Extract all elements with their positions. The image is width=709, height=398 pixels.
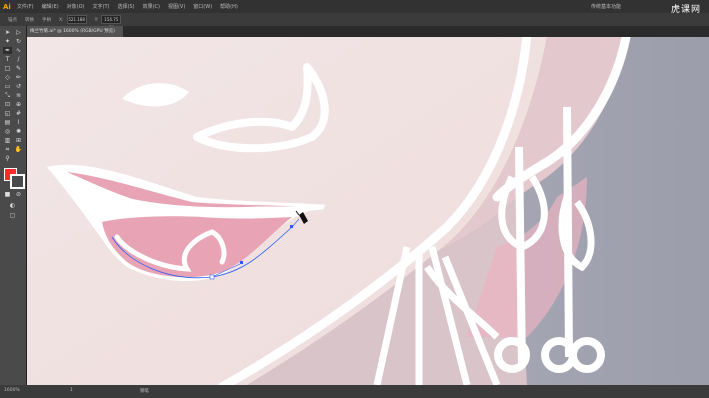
anchor-point[interactable]	[209, 274, 215, 280]
eyedropper-tool-icon[interactable]: ⌇	[14, 119, 23, 126]
blend-tool-icon[interactable]: ◎	[3, 128, 12, 135]
menu-file[interactable]: 文件(F)	[17, 3, 34, 10]
canvas[interactable]	[27, 37, 709, 385]
pencil-tool-icon[interactable]: ✏	[14, 74, 23, 81]
y-field-group: Y:154.75 px	[95, 15, 122, 29]
menu-object[interactable]: 对象(O)	[67, 3, 85, 10]
slice-tool-icon[interactable]: ⌗	[3, 146, 12, 153]
column-graph-tool-icon[interactable]: ▥	[3, 137, 12, 144]
eraser-tool-icon[interactable]: ▭	[3, 83, 12, 90]
type-tool-icon[interactable]: T	[3, 56, 12, 63]
workspace-switcher[interactable]: 传统基本功能	[591, 3, 621, 10]
control-bar: 锚点 转换 手柄 X:521.188 Y:154.75 px	[0, 13, 709, 29]
free-transform-tool-icon[interactable]: ⊡	[3, 101, 12, 108]
current-tool-name: 钢笔	[140, 389, 149, 394]
x-field[interactable]: 521.188	[66, 15, 87, 24]
lasso-tool-icon[interactable]: ↻	[14, 38, 23, 45]
zoom-tool-icon[interactable]: ⚲	[3, 155, 12, 162]
menu-bar: Ai 文件(F) 编辑(E) 对象(O) 文字(T) 选择(S) 效果(C) 视…	[0, 0, 709, 15]
rectangle-tool-icon[interactable]: □	[3, 65, 12, 72]
document-tab[interactable]: 梅兰竹菊.ai* @ 1600% (RGB/GPU 预览)	[26, 26, 123, 37]
selection-tool-icon[interactable]: ➤	[3, 29, 12, 36]
symbol-sprayer-tool-icon[interactable]: ✺	[14, 128, 23, 135]
artwork	[27, 37, 709, 385]
convert-label: 转换	[25, 17, 34, 23]
handle-point[interactable]	[240, 261, 243, 264]
menu-view[interactable]: 视图(V)	[168, 3, 185, 10]
magic-wand-tool-icon[interactable]: ✦	[3, 38, 12, 45]
shape-builder-tool-icon[interactable]: ⊕	[14, 101, 23, 108]
earring-chain-left	[515, 146, 526, 368]
menu-help[interactable]: 帮助(H)	[220, 3, 238, 10]
tools-panel: ➤ ▷ ✦ ↻ ✒ ∿ T / □ ✎ ◇ ✏ ▭ ↺ ⤡ ≋ ⊡ ⊕ ◱ # …	[0, 26, 27, 385]
menu-window[interactable]: 窗口(W)	[193, 3, 212, 10]
gradient-tool-icon[interactable]: ▤	[3, 119, 12, 126]
pen-tool-icon[interactable]: ✒	[3, 47, 12, 54]
perspective-tool-icon[interactable]: ◱	[3, 110, 12, 117]
direct-selection-tool-icon[interactable]: ▷	[14, 29, 23, 36]
color-mode-icon[interactable]: ■	[3, 191, 12, 198]
curvature-tool-icon[interactable]: ∿	[14, 47, 23, 54]
handle-label: 手柄	[42, 17, 51, 23]
x-field-group: X: 521.188	[59, 15, 87, 24]
stroke-swatch[interactable]	[10, 174, 25, 189]
width-tool-icon[interactable]: ≋	[14, 92, 23, 99]
menu-type[interactable]: 文字(T)	[93, 3, 110, 10]
shaper-tool-icon[interactable]: ◇	[3, 74, 12, 81]
earring-chain-right	[563, 106, 573, 358]
document-tabbar: 梅兰竹菊.ai* @ 1600% (RGB/GPU 预览)	[26, 26, 709, 37]
zoom-level[interactable]: 1600%	[4, 388, 20, 393]
status-bar: 1600% 1 钢笔	[0, 385, 709, 398]
app-logo: Ai	[3, 2, 11, 11]
artboard-tool-icon[interactable]: ⊞	[14, 137, 23, 144]
draw-mode-icon[interactable]: ◐	[8, 202, 17, 209]
menu-select[interactable]: 选择(S)	[117, 3, 134, 10]
paintbrush-tool-icon[interactable]: ✎	[14, 65, 23, 72]
mesh-tool-icon[interactable]: #	[14, 110, 23, 117]
none-mode-icon[interactable]: ⊘	[14, 191, 23, 198]
y-field[interactable]: 154.75 px	[101, 15, 122, 29]
page-number[interactable]: 1	[70, 388, 73, 393]
menu-edit[interactable]: 编辑(E)	[42, 3, 59, 10]
screen-mode-icon[interactable]: ▢	[8, 212, 17, 219]
menu-effect[interactable]: 效果(C)	[143, 3, 160, 10]
scale-tool-icon[interactable]: ⤡	[3, 92, 12, 99]
rotate-tool-icon[interactable]: ↺	[14, 83, 23, 90]
hand-tool-icon[interactable]: ✋	[14, 146, 23, 153]
anchor-label: 锚点	[8, 17, 17, 23]
line-tool-icon[interactable]: /	[14, 56, 23, 63]
